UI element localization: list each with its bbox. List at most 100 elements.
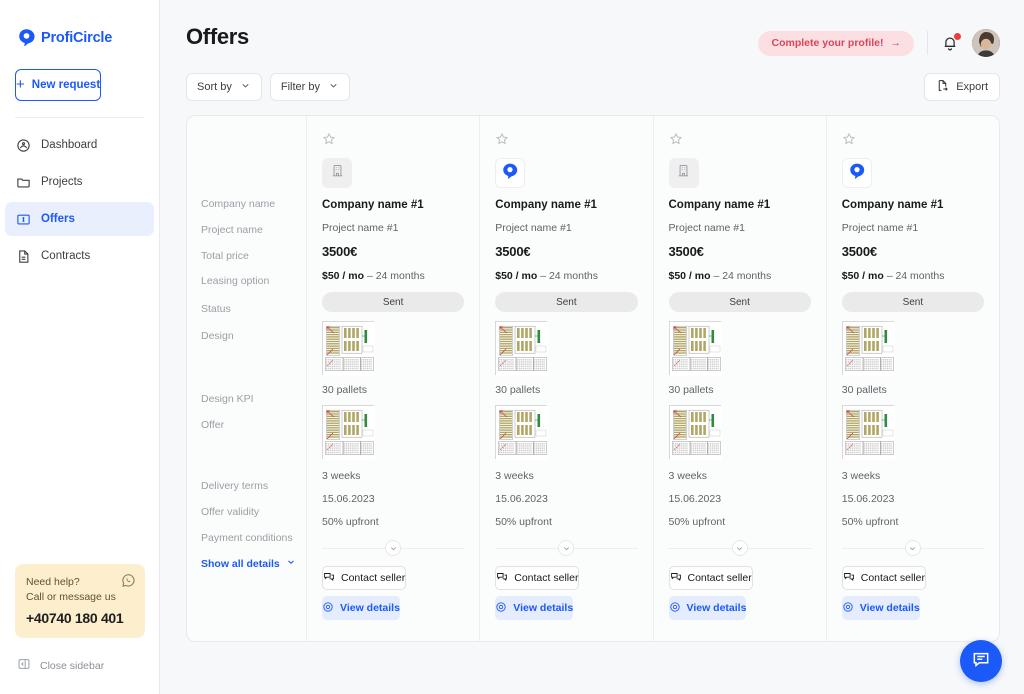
sort-by-button[interactable]: Sort by [186,73,262,101]
offer-validity-value: 15.06.2023 [322,493,464,505]
chat-bubbles-icon [843,571,855,586]
notification-dot [954,33,961,40]
warehouse-floorplan-thumbnail[interactable] [669,321,721,375]
leasing-option: $50 / mo – 24 months [495,270,637,282]
expand-row-divider [322,540,464,556]
contact-seller-button[interactable]: Contact seller [669,566,753,590]
building-icon [676,163,691,183]
support-chat-button[interactable] [960,640,1002,682]
expand-offer-button[interactable] [905,540,921,556]
offer-column-3: Company name #1 Project name #1 3500€ $5… [654,116,827,641]
warehouse-floorplan-thumbnail[interactable] [495,405,547,459]
star-outline-icon[interactable] [842,132,856,146]
export-button[interactable]: Export [924,73,1000,101]
star-outline-icon[interactable] [669,132,683,146]
contact-seller-button[interactable]: Contact seller [495,566,579,590]
payment-conditions-value: 50% upfront [669,516,811,528]
expand-offer-button[interactable] [385,540,401,556]
project-name: Project name #1 [322,222,464,234]
warehouse-floorplan-thumbnail[interactable] [322,321,374,375]
dashboard-icon [16,138,31,153]
expand-offer-button[interactable] [732,540,748,556]
row-label-offer: Offer [201,419,224,431]
contact-seller-button[interactable]: Contact seller [842,566,926,590]
avatar[interactable] [972,29,1000,57]
whatsapp-icon[interactable] [121,573,136,588]
company-logo [322,158,352,188]
sidebar-item-label: Offers [41,213,75,225]
row-label-company-name: Company name [201,198,275,210]
controls-bar: Sort by Filter by Export [160,57,1024,101]
view-details-button[interactable]: View details [669,596,747,620]
total-price: 3500€ [495,244,637,259]
leasing-option: $50 / mo – 24 months [322,270,464,282]
help-card[interactable]: Need help? Call or message us +40740 180… [15,564,145,638]
proficircle-pin-icon [848,162,866,185]
view-details-button[interactable]: View details [842,596,920,620]
show-all-details-label: Show all details [201,558,280,570]
star-outline-icon[interactable] [495,132,509,146]
export-file-icon [936,79,949,95]
project-name: Project name #1 [669,222,811,234]
offer-validity-value: 15.06.2023 [495,493,637,505]
company-name: Company name #1 [322,199,464,211]
expand-row-divider [842,540,984,556]
warehouse-floorplan-thumbnail[interactable] [669,405,721,459]
chat-bubbles-icon [323,571,335,586]
company-logo [842,158,872,188]
offer-validity-value: 15.06.2023 [842,493,984,505]
sidebar-item-contracts[interactable]: Contracts [5,239,154,273]
sidebar: ProfiCircle + New request Dashboard [0,0,160,694]
offers-money-icon [16,212,31,227]
plus-icon: + [16,77,25,92]
design-kpi-value: 30 pallets [842,384,984,396]
warehouse-floorplan-thumbnail[interactable] [322,405,374,459]
eye-target-icon [322,601,334,616]
sidebar-item-dashboard[interactable]: Dashboard [5,128,154,162]
payment-conditions-value: 50% upfront [322,516,464,528]
view-details-button[interactable]: View details [495,596,573,620]
leasing-term: – 24 months [713,270,771,282]
leasing-option: $50 / mo – 24 months [842,270,984,282]
expand-row-divider [495,540,637,556]
notifications-button[interactable] [941,34,959,53]
company-name: Company name #1 [495,199,637,211]
new-request-button[interactable]: + New request [15,69,101,101]
show-all-details-button[interactable]: Show all details [201,557,296,570]
view-details-button[interactable]: View details [322,596,400,620]
warehouse-floorplan-thumbnail[interactable] [842,321,894,375]
offer-column-2: Company name #1 Project name #1 3500€ $5… [480,116,653,641]
expand-row-divider [669,540,811,556]
payment-conditions-value: 50% upfront [842,516,984,528]
delivery-terms-value: 3 weeks [495,470,637,482]
design-kpi-value: 30 pallets [495,384,637,396]
status-badge: Sent [495,292,637,312]
row-label-leasing-option: Leasing option [201,275,269,287]
leasing-term: – 24 months [540,270,598,282]
close-sidebar-label: Close sidebar [40,660,104,672]
star-outline-icon[interactable] [322,132,336,146]
row-label-payment-conditions: Payment conditions [201,532,293,544]
delivery-terms-value: 3 weeks [322,470,464,482]
warehouse-floorplan-thumbnail[interactable] [842,405,894,459]
warehouse-floorplan-thumbnail[interactable] [495,321,547,375]
export-label: Export [956,81,988,93]
filter-by-label: Filter by [281,81,320,93]
company-logo [669,158,699,188]
filter-by-button[interactable]: Filter by [270,73,350,101]
sidebar-item-label: Projects [41,176,83,188]
sidebar-item-offers[interactable]: Offers [5,202,154,236]
row-label-project-name: Project name [201,224,263,236]
chat-bubbles-icon [670,571,682,586]
complete-profile-button[interactable]: Complete your profile! → [758,31,914,56]
expand-offer-button[interactable] [558,540,574,556]
company-name: Company name #1 [669,199,811,211]
help-phone[interactable]: +40740 180 401 [26,610,134,626]
folder-icon [16,175,31,190]
brand-logo[interactable]: ProfiCircle [0,0,159,47]
close-sidebar-button[interactable]: Close sidebar [17,657,104,674]
contact-seller-button[interactable]: Contact seller [322,566,406,590]
sidebar-item-label: Dashboard [41,139,97,151]
row-label-total-price: Total price [201,250,249,262]
sidebar-item-projects[interactable]: Projects [5,165,154,199]
